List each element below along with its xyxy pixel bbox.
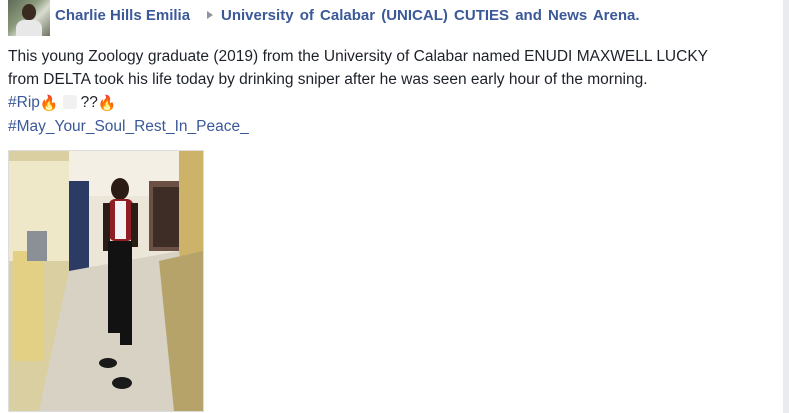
hashtag-rest-link[interactable]: #May_Your_Soul_Rest_In_Peace_ bbox=[8, 118, 249, 135]
blank-emoji-icon bbox=[62, 95, 77, 109]
fire-emoji-icon: 🔥 bbox=[39, 95, 59, 112]
fire-emoji-icon: 🔥 bbox=[97, 95, 117, 112]
post-photo[interactable] bbox=[8, 150, 204, 412]
hashtag-rip-link[interactable]: #Rip bbox=[8, 94, 40, 111]
group-name-link[interactable]: University of Calabar (UNICAL) CUTIES an… bbox=[221, 7, 640, 24]
post-text: This young Zoology graduate (2019) from … bbox=[8, 48, 708, 88]
share-arrow-icon bbox=[207, 11, 213, 19]
post-header: Charlie Hills Emilia University of Calab… bbox=[8, 0, 768, 36]
avatar-torso bbox=[16, 20, 42, 36]
rip-line: #Rip🔥 ??🔥 bbox=[8, 91, 768, 115]
right-border bbox=[783, 0, 789, 413]
photo-illustration bbox=[9, 151, 203, 411]
author-avatar[interactable] bbox=[8, 0, 50, 36]
author-name-link[interactable]: Charlie Hills Emilia bbox=[55, 7, 190, 24]
post-body: This young Zoology graduate (2019) from … bbox=[8, 45, 768, 138]
avatar-head bbox=[22, 4, 36, 20]
rip-suffix: ?? bbox=[80, 94, 98, 111]
